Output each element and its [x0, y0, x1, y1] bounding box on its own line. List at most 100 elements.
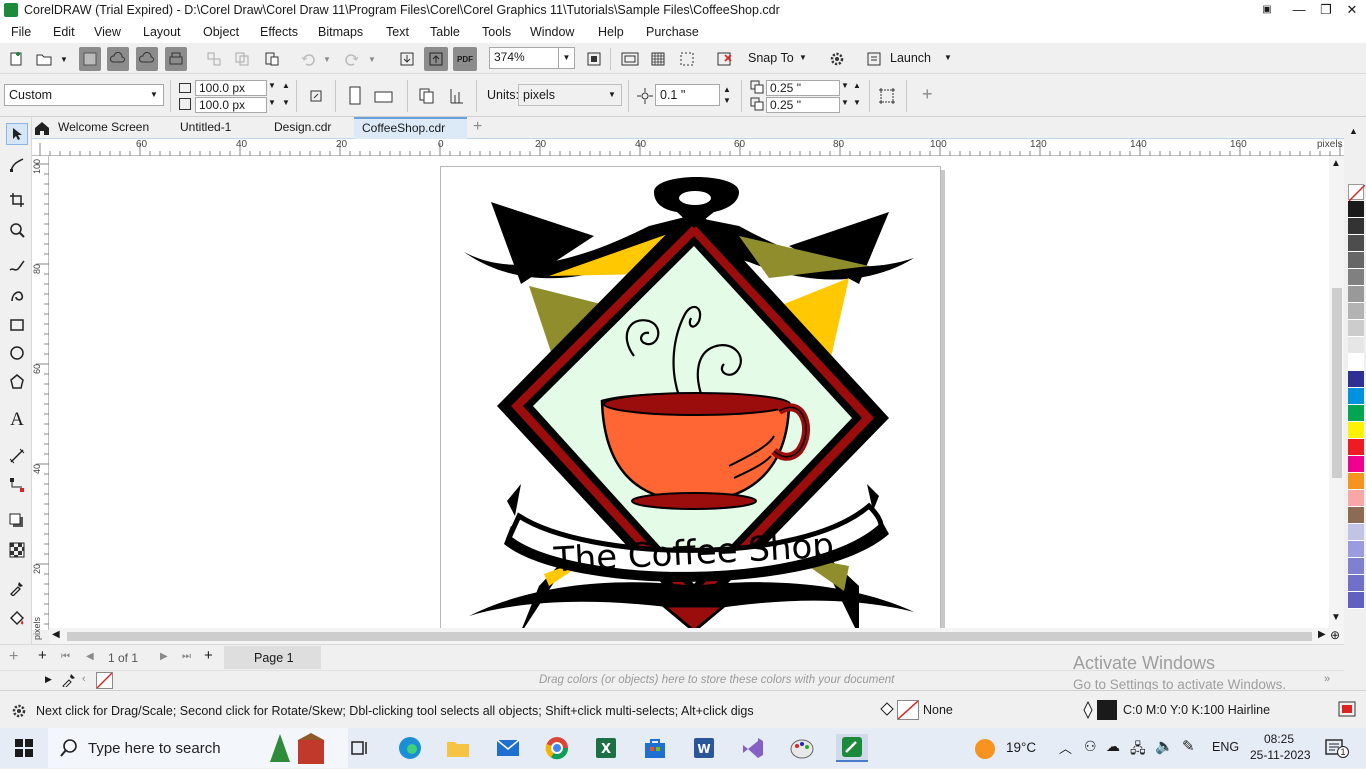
menu-effects[interactable]: Effects [260, 25, 298, 39]
palette-swatch[interactable] [1348, 303, 1364, 320]
transparency-tool-icon[interactable] [6, 539, 28, 561]
ellipse-tool-icon[interactable] [6, 342, 28, 364]
next-page-icon[interactable]: ▶ [160, 651, 168, 662]
horizontal-ruler[interactable]: 60 40 20 0 20 40 60 80 100 120 140 160 p… [32, 139, 1344, 156]
palette-swatch[interactable] [1348, 201, 1364, 218]
close-button[interactable]: ✕ [1344, 2, 1360, 18]
prev-page-icon[interactable]: ◀ [86, 651, 94, 662]
pen-workspace-icon[interactable]: ✎ [1182, 737, 1195, 755]
connector-tool-icon[interactable] [6, 474, 28, 496]
first-page-icon[interactable]: ⏮ [61, 651, 70, 662]
store-icon[interactable] [641, 734, 669, 762]
palette-swatch[interactable] [1348, 354, 1364, 371]
palette-scroll-up-icon[interactable]: ▲ [1349, 126, 1358, 136]
width-dropdown-icon[interactable]: ▼ [268, 81, 276, 90]
paint-app-icon[interactable] [788, 734, 816, 762]
drop-shadow-tool-icon[interactable] [6, 510, 28, 532]
palette-swatch[interactable] [1348, 371, 1364, 388]
palette-swatch[interactable] [1348, 541, 1364, 558]
page-width-input[interactable]: 100.0 px [195, 80, 267, 96]
duplicate-x-input[interactable]: 0.25 " [766, 80, 840, 96]
palette-swatch[interactable] [1348, 218, 1364, 235]
snap-off-icon[interactable] [714, 48, 736, 70]
restore-icon[interactable]: ▣ [1259, 2, 1275, 18]
document-palette[interactable]: ▶ ‹ Drag colors (or objects) here to sto… [0, 653, 1344, 692]
dup-x-spin-icon[interactable]: ▲ [853, 81, 861, 90]
crop-tool-icon[interactable] [6, 189, 28, 211]
nudge-spin-down-icon[interactable]: ▼ [723, 96, 731, 105]
vertical-scroll-thumb[interactable] [1332, 288, 1342, 478]
palette-swatch[interactable] [1348, 439, 1364, 456]
add-page-left-icon[interactable]: + [9, 648, 18, 666]
task-view-icon[interactable] [346, 734, 374, 762]
tab-coffeeshop[interactable]: CoffeeShop.cdr [354, 117, 467, 139]
onedrive-icon[interactable]: ☁ [1106, 738, 1120, 755]
page-height-input[interactable]: 100.0 px [195, 97, 267, 113]
menu-file[interactable]: File [11, 25, 31, 39]
palette-swatch[interactable] [1348, 320, 1364, 337]
clock-date[interactable]: 25-11-2023 [1250, 748, 1311, 762]
palette-swatch[interactable] [1348, 473, 1364, 490]
menu-layout[interactable]: Layout [143, 25, 181, 39]
launch-dropdown[interactable]: Launch [890, 51, 931, 65]
parallel-dimension-tool-icon[interactable] [6, 445, 28, 467]
options-gear-icon[interactable] [826, 48, 848, 70]
palette-swatch[interactable] [1348, 405, 1364, 422]
excel-icon[interactable]: X [592, 734, 620, 762]
coffee-shop-logo[interactable]: The Coffee Shop [449, 166, 949, 628]
freehand-tool-icon[interactable] [6, 255, 28, 277]
launch-chevron-icon[interactable]: ▼ [944, 53, 952, 62]
print-icon[interactable] [165, 47, 187, 71]
palette-swatch[interactable] [1348, 456, 1364, 473]
home-icon[interactable] [34, 120, 50, 136]
people-icon[interactable]: ⚇ [1084, 738, 1097, 755]
menu-tools[interactable]: Tools [482, 25, 511, 39]
menu-table[interactable]: Table [430, 25, 460, 39]
minimize-button[interactable]: — [1291, 2, 1307, 18]
palette-swatch[interactable] [1348, 524, 1364, 541]
redo-dropdown-icon[interactable]: ▼ [368, 55, 376, 64]
dup-y-dropdown-icon[interactable]: ▼ [841, 98, 849, 107]
add-toolbar-icon[interactable]: + [922, 84, 933, 105]
scale-page-icon[interactable] [305, 85, 327, 107]
palette-swatch[interactable] [1348, 558, 1364, 575]
insert-page-after-icon[interactable]: + [204, 647, 213, 664]
file-explorer-icon[interactable] [444, 734, 472, 762]
new-document-icon[interactable] [5, 48, 27, 70]
scroll-down-icon[interactable]: ▼ [1331, 612, 1341, 623]
polygon-tool-icon[interactable] [6, 371, 28, 393]
notification-center-icon[interactable]: 1 [1325, 738, 1349, 758]
weather-temp[interactable]: 19°C [1006, 740, 1036, 755]
redo-icon[interactable] [341, 48, 363, 70]
nudge-spin-up-icon[interactable]: ▲ [723, 85, 731, 94]
show-hidden-icons-icon[interactable]: ︿ [1059, 738, 1072, 757]
chrome-icon[interactable] [543, 734, 571, 762]
clock-time[interactable]: 08:25 [1264, 732, 1294, 746]
doc-palette-eyedropper-icon[interactable] [62, 673, 76, 689]
doc-palette-scroll-right-icon[interactable]: » [1324, 673, 1330, 685]
zoom-corner-icon[interactable]: ⊕ [1330, 628, 1340, 642]
doc-palette-no-color-swatch[interactable] [96, 672, 113, 689]
tab-untitled-1[interactable]: Untitled-1 [172, 117, 239, 139]
shape-tool-icon[interactable] [6, 154, 28, 176]
new-tab-icon[interactable]: + [473, 118, 482, 136]
color-proofing-icon[interactable] [1338, 701, 1356, 717]
tab-design[interactable]: Design.cdr [266, 117, 339, 139]
paste-icon[interactable] [261, 48, 283, 70]
landscape-icon[interactable] [373, 85, 395, 107]
cut-icon[interactable] [203, 48, 225, 70]
menu-object[interactable]: Object [203, 25, 239, 39]
palette-swatch[interactable] [1348, 388, 1364, 405]
menu-purchase[interactable]: Purchase [646, 25, 699, 39]
maximize-button[interactable]: ❐ [1318, 2, 1334, 18]
launch-icon[interactable] [863, 48, 885, 70]
no-color-swatch[interactable] [1348, 184, 1366, 202]
doc-palette-expand-icon[interactable]: ▶ [45, 674, 52, 685]
nudge-distance-input[interactable]: 0.1 " [655, 84, 720, 106]
zoom-dropdown-icon[interactable]: ▼ [558, 47, 575, 69]
edge-browser-icon[interactable] [396, 734, 424, 762]
show-guidelines-icon[interactable] [676, 48, 698, 70]
artistic-media-tool-icon[interactable] [6, 284, 28, 306]
page-preset-select[interactable]: Custom [4, 84, 164, 106]
copy-icon[interactable] [231, 48, 253, 70]
